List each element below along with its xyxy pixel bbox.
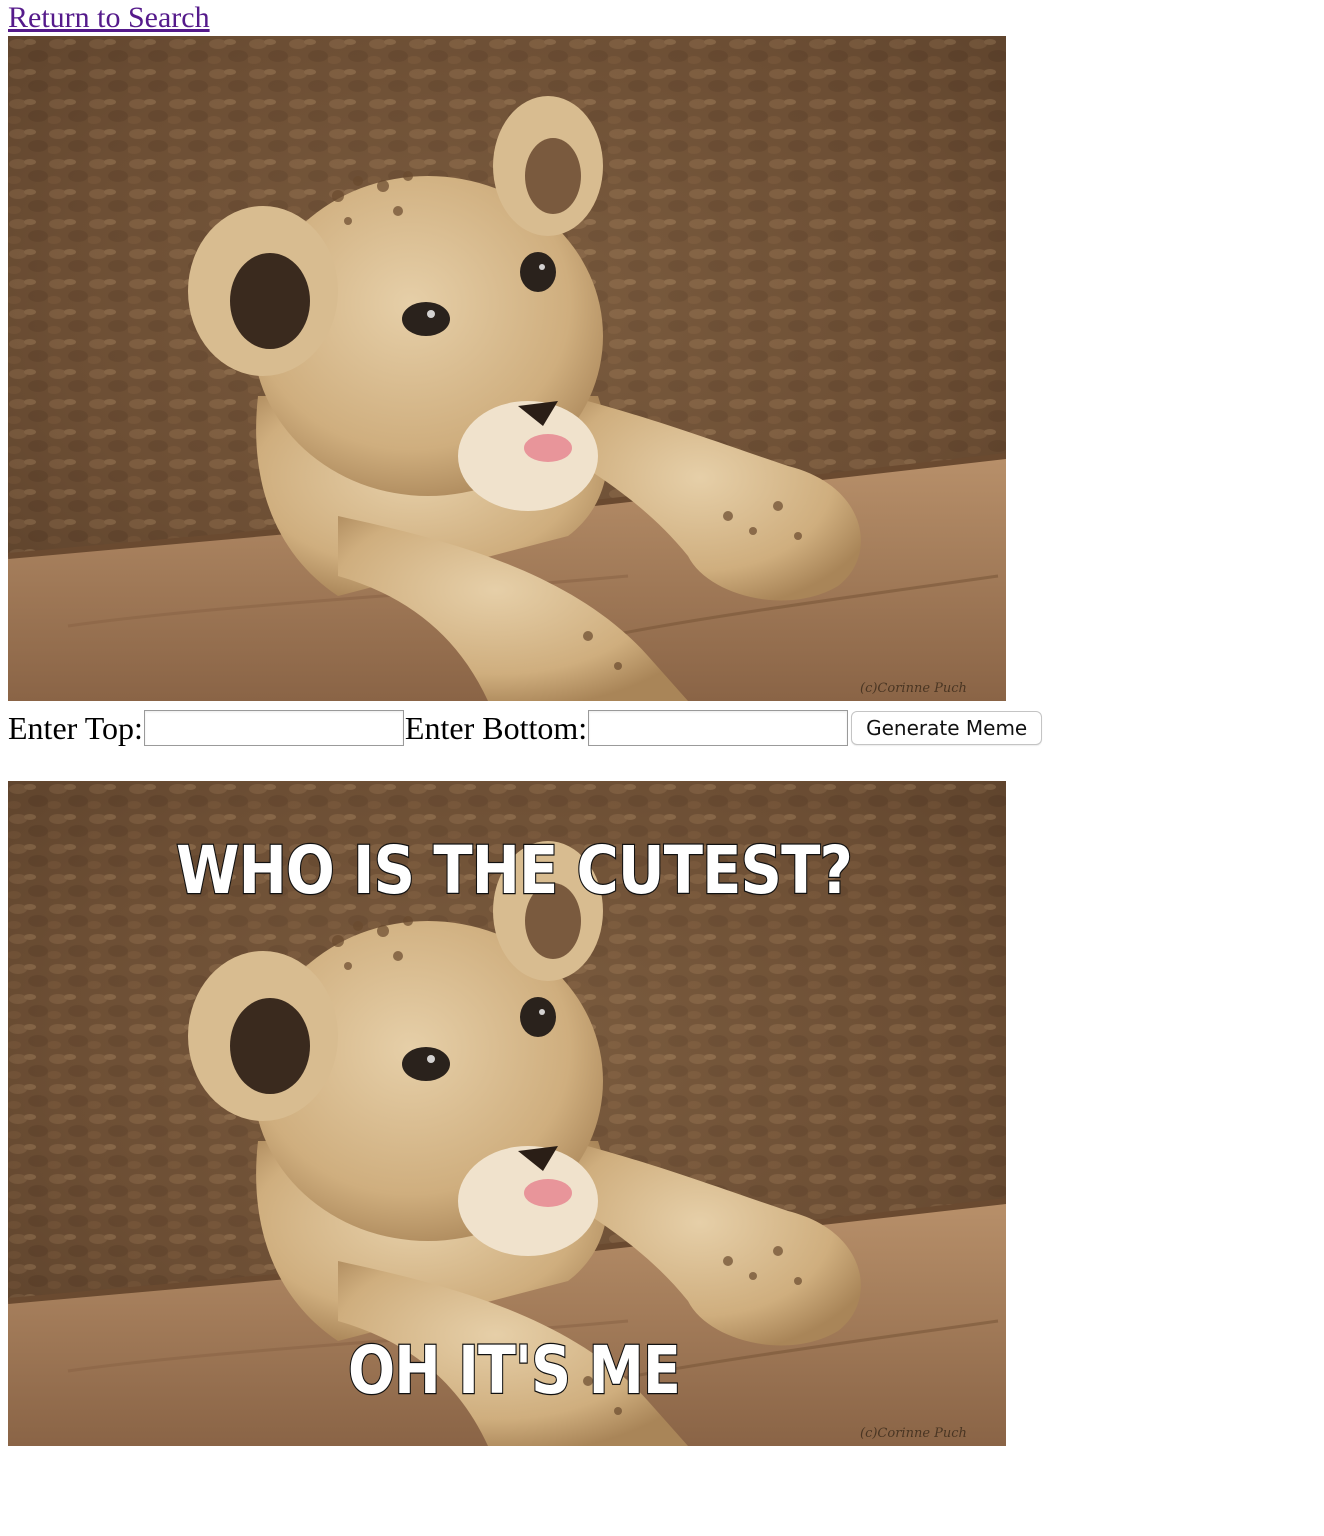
meme-watermark: (c)Corinne Puch (860, 1426, 967, 1441)
lion-cub-meme-photo: WHO IS THE CUTEST? OH IT'S ME (c)Corinne… (8, 781, 1006, 1446)
meme-image: WHO IS THE CUTEST? OH IT'S ME (c)Corinne… (8, 781, 1006, 1446)
return-to-search-link[interactable]: Return to Search (8, 0, 210, 36)
generate-meme-button[interactable]: Generate Meme (851, 711, 1043, 745)
bottom-text-input[interactable] (588, 710, 849, 746)
top-text-input[interactable] (143, 710, 404, 746)
meme-top-text: WHO IS THE CUTEST? (176, 832, 852, 909)
lion-cub-photo: (c)Corinne Puch (8, 36, 1006, 701)
top-text-label: Enter Top: (8, 710, 143, 746)
meme-bottom-text: OH IT'S ME (348, 1332, 680, 1409)
photo-watermark: (c)Corinne Puch (860, 681, 967, 696)
meme-form: Enter Top: Enter Bottom: Generate Meme (8, 708, 1043, 748)
original-image: (c)Corinne Puch (8, 36, 1006, 701)
bottom-text-label: Enter Bottom: (404, 710, 588, 746)
